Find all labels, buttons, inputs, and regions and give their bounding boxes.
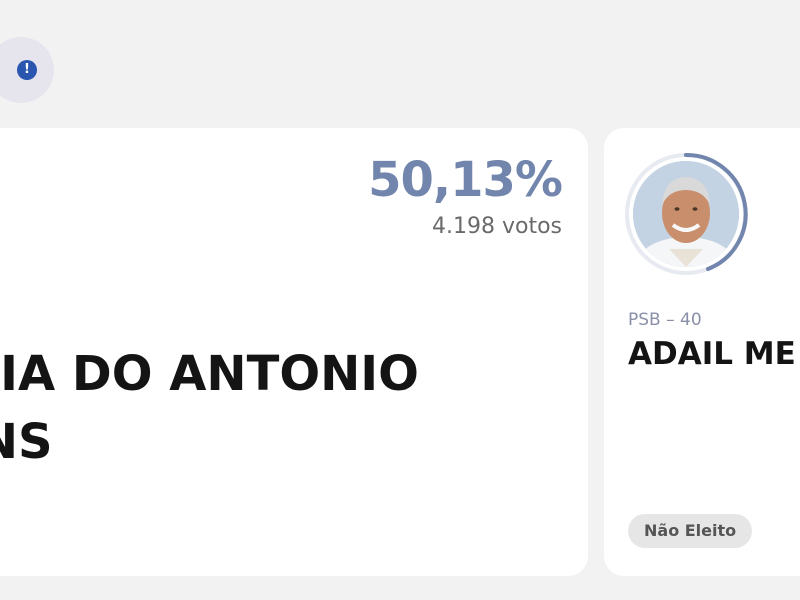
page: ! 50,13% 4.198 votos NIA DO ANTONIO INS bbox=[0, 0, 800, 600]
exclamation-icon: ! bbox=[17, 60, 37, 80]
candidate-name-line-1: NIA DO ANTONIO bbox=[0, 346, 419, 402]
status-badge: Não Eleito bbox=[628, 514, 753, 548]
candidate-name: NIA DO ANTONIO INS bbox=[0, 340, 419, 476]
candidate-name-line-2: INS bbox=[0, 414, 53, 470]
candidate-photo bbox=[633, 161, 739, 267]
vote-count: 4.198 votos bbox=[431, 214, 562, 239]
candidate-name: ADAIL ME bbox=[628, 336, 796, 372]
party-label: PSB – 40 bbox=[628, 310, 702, 330]
candidate-card-elected[interactable]: 50,13% 4.198 votos NIA DO ANTONIO INS bbox=[0, 128, 588, 576]
avatar bbox=[624, 152, 748, 276]
candidate-card-not-elected[interactable]: PSB – 40 ADAIL ME Não Eleito bbox=[604, 128, 800, 576]
alert-button[interactable]: ! bbox=[0, 37, 54, 103]
vote-percentage: 50,13% bbox=[368, 152, 563, 208]
candidate-portrait bbox=[633, 161, 739, 267]
